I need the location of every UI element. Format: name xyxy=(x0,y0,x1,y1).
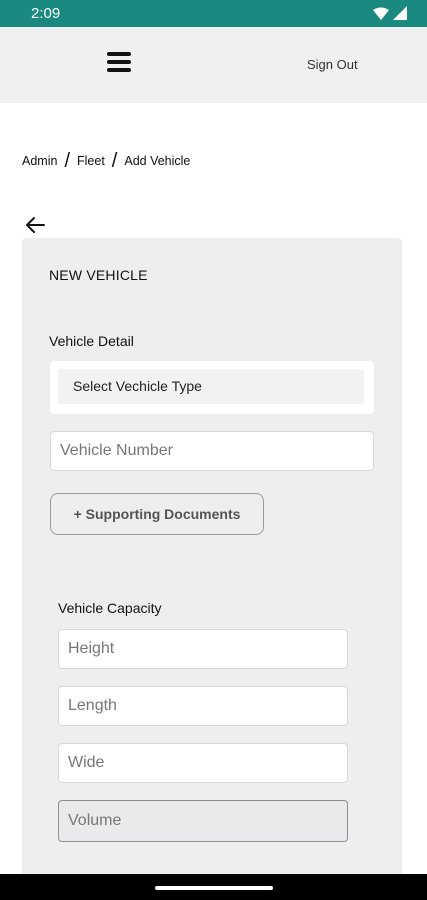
breadcrumb-admin[interactable]: Admin xyxy=(22,154,57,168)
status-time: 2:09 xyxy=(31,5,61,22)
breadcrumb-fleet[interactable]: Fleet xyxy=(77,154,105,168)
vehicle-type-select[interactable]: Select Vechicle Type xyxy=(58,369,364,404)
status-bar: 2:09 xyxy=(0,0,427,27)
vehicle-number-input[interactable]: Vehicle Number xyxy=(50,431,374,471)
app-header: Sign Out xyxy=(0,27,427,103)
arrow-left-icon[interactable] xyxy=(24,214,46,236)
breadcrumb-add-vehicle: Add Vehicle xyxy=(124,154,191,168)
vehicle-detail-label: Vehicle Detail xyxy=(49,333,134,349)
length-input[interactable]: Length xyxy=(58,686,348,726)
form-title: NEW VEHICLE xyxy=(49,267,148,283)
hamburger-icon[interactable] xyxy=(107,52,131,74)
breadcrumb-separator: / xyxy=(64,150,70,172)
vehicle-capacity-label: Vehicle Capacity xyxy=(58,600,162,616)
system-navigation-bar xyxy=(0,874,427,900)
height-input[interactable]: Height xyxy=(58,629,348,669)
home-handle[interactable] xyxy=(155,886,273,890)
breadcrumb-separator: / xyxy=(111,150,118,172)
new-vehicle-card: NEW VEHICLE Vehicle Detail Select Vechic… xyxy=(22,238,402,900)
vehicle-type-select-wrapper: Select Vechicle Type xyxy=(50,361,374,414)
wide-input[interactable]: Wide xyxy=(58,743,348,783)
wifi-icon xyxy=(373,7,389,20)
breadcrumb: Admin / Fleet / Add Vehicle xyxy=(22,150,191,172)
status-icons xyxy=(373,6,407,20)
supporting-documents-button[interactable]: + Supporting Documents xyxy=(50,493,264,535)
volume-input: Volume xyxy=(58,800,348,842)
sign-out-link[interactable]: Sign Out xyxy=(307,57,358,72)
signal-icon xyxy=(393,6,407,20)
